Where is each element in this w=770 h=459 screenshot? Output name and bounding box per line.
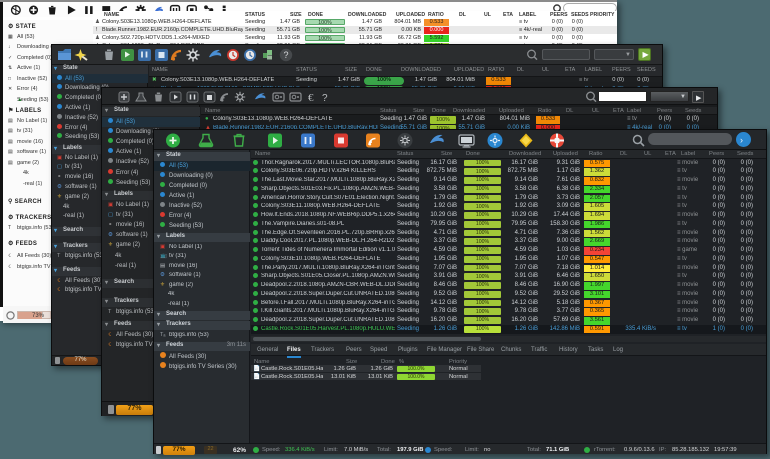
svg-text:€: € — [308, 92, 314, 103]
svg-text:?: ? — [322, 93, 328, 103]
svg-text:?: ? — [284, 50, 289, 60]
